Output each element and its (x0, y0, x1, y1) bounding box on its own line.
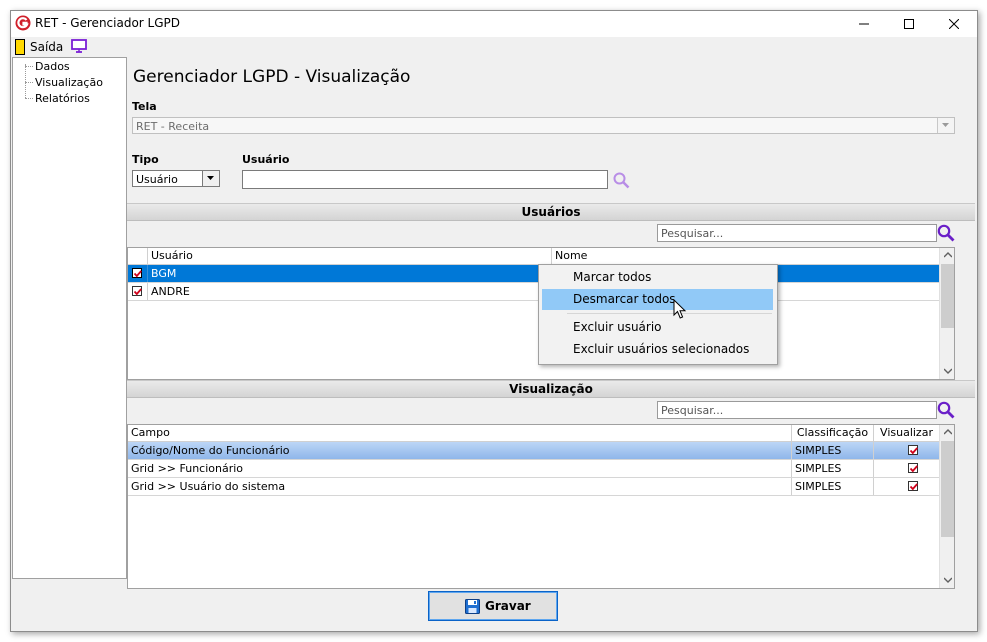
maximize-icon (904, 19, 914, 29)
checkmark-icon (909, 447, 918, 455)
cell-visualizar (874, 460, 940, 477)
exit-menu-item[interactable]: Saída (30, 40, 63, 54)
view-search-placeholder: Pesquisar... (661, 404, 724, 417)
checkbox-column-header (128, 248, 148, 264)
cell-classificacao: SIMPLES (792, 460, 874, 477)
tela-dropdown-button[interactable] (937, 118, 954, 133)
cell-visualizar (874, 442, 940, 459)
menu-item-desmarcar-todos[interactable]: Desmarcar todos (542, 289, 773, 310)
cell-campo: Grid >> Usuário do sistema (128, 478, 792, 495)
tela-value: RET - Receita (136, 120, 210, 133)
floppy-disk-icon (465, 599, 480, 614)
users-grid-header: Usuário Nome (128, 248, 954, 265)
tree-item-dados[interactable]: Dados (35, 60, 70, 73)
column-header-classificacao[interactable]: Classificação (792, 425, 874, 441)
row-checkbox-cell (128, 283, 148, 300)
row-checkbox[interactable] (132, 268, 142, 278)
search-icon[interactable] (937, 401, 955, 419)
row-checkbox[interactable] (132, 286, 142, 296)
scroll-up-icon[interactable] (944, 429, 952, 435)
column-header-campo[interactable]: Campo (128, 425, 792, 441)
visualizar-checkbox[interactable] (908, 445, 918, 455)
navigation-tree: Dados Visualização Relatórios (12, 57, 127, 579)
menu-item-marcar-todos[interactable]: Marcar todos (542, 267, 773, 288)
minimize-button[interactable] (842, 11, 887, 37)
cell-classificacao: SIMPLES (792, 478, 874, 495)
column-header-usuario[interactable]: Usuário (148, 248, 552, 264)
view-grid-scrollbar[interactable] (939, 425, 954, 588)
tree-item-visualizacao[interactable]: Visualização (35, 76, 103, 89)
mouse-pointer-icon (673, 299, 687, 319)
table-row[interactable]: Grid >> Funcionário SIMPLES (128, 460, 940, 478)
table-row[interactable]: Código/Nome do Funcionário SIMPLES (128, 442, 940, 460)
tipo-select[interactable]: Usuário (132, 170, 220, 187)
menu-separator (567, 313, 772, 314)
scroll-down-icon[interactable] (944, 577, 952, 583)
search-icon[interactable] (937, 224, 955, 242)
app-logo-icon (15, 15, 31, 31)
column-header-nome[interactable]: Nome (552, 248, 940, 264)
tree-item-relatorios[interactable]: Relatórios (35, 92, 90, 105)
menu-bar: Saída (11, 37, 977, 57)
users-grid-scrollbar[interactable] (939, 248, 954, 379)
monitor-icon[interactable] (71, 39, 87, 54)
close-button[interactable] (932, 11, 977, 37)
visualizar-checkbox[interactable] (908, 481, 918, 491)
view-search-input[interactable]: Pesquisar... (657, 401, 937, 419)
column-header-visualizar[interactable]: Visualizar (874, 425, 940, 441)
search-icon[interactable] (613, 172, 630, 189)
users-search-input[interactable]: Pesquisar... (657, 224, 937, 242)
save-button-label: Gravar (485, 599, 531, 613)
minimize-icon (859, 23, 869, 25)
scrollbar-thumb[interactable] (941, 441, 954, 537)
cell-visualizar (874, 478, 940, 495)
page-title: Gerenciador LGPD - Visualização (133, 67, 411, 87)
exit-door-icon (15, 39, 25, 55)
tipo-dropdown-button[interactable] (202, 171, 219, 186)
row-checkbox-cell (128, 265, 148, 282)
view-grid: Campo Classificação Visualizar Código/No… (127, 424, 955, 589)
save-button[interactable]: Gravar (428, 591, 558, 621)
users-section-header: Usuários (127, 203, 975, 221)
cell-campo: Código/Nome do Funcionário (128, 442, 792, 459)
checkmark-icon (909, 465, 918, 473)
visualizar-checkbox[interactable] (908, 463, 918, 473)
tela-label: Tela (132, 100, 157, 113)
cell-campo: Grid >> Funcionário (128, 460, 792, 477)
tipo-label: Tipo (132, 153, 159, 166)
menu-item-excluir-usuario[interactable]: Excluir usuário (542, 317, 773, 338)
view-grid-header: Campo Classificação Visualizar (128, 425, 954, 442)
context-menu: Marcar todos Desmarcar todos Excluir usu… (538, 264, 778, 365)
tree-connector (25, 98, 33, 99)
title-bar: RET - Gerenciador LGPD (11, 11, 977, 37)
tree-connector (25, 82, 33, 83)
usuario-label: Usuário (242, 153, 290, 166)
scrollbar-thumb[interactable] (941, 264, 954, 328)
checkmark-icon (133, 288, 142, 296)
maximize-button[interactable] (887, 11, 932, 37)
users-search-placeholder: Pesquisar... (661, 227, 724, 240)
cell-classificacao: SIMPLES (792, 442, 874, 459)
menu-item-excluir-selecionados[interactable]: Excluir usuários selecionados (542, 339, 773, 360)
chevron-down-icon (207, 176, 214, 180)
tree-connector (25, 64, 34, 98)
cell-usuario: BGM (148, 265, 552, 282)
table-row[interactable]: Grid >> Usuário do sistema SIMPLES (128, 478, 940, 496)
tree-connector (25, 66, 33, 67)
tela-select[interactable]: RET - Receita (132, 117, 955, 134)
window-title: RET - Gerenciador LGPD (35, 16, 181, 30)
usuario-input[interactable] (242, 170, 608, 189)
scroll-down-icon[interactable] (944, 368, 952, 374)
scroll-up-icon[interactable] (944, 252, 952, 258)
chevron-down-icon (942, 123, 949, 127)
cell-usuario: ANDRE (148, 283, 552, 300)
main-window: RET - Gerenciador LGPD Saída Dados Visua… (10, 10, 978, 632)
view-section-header: Visualização (127, 380, 975, 398)
checkmark-icon (133, 270, 142, 278)
tipo-value: Usuário (136, 173, 178, 186)
checkmark-icon (909, 483, 918, 491)
close-icon (949, 19, 959, 29)
